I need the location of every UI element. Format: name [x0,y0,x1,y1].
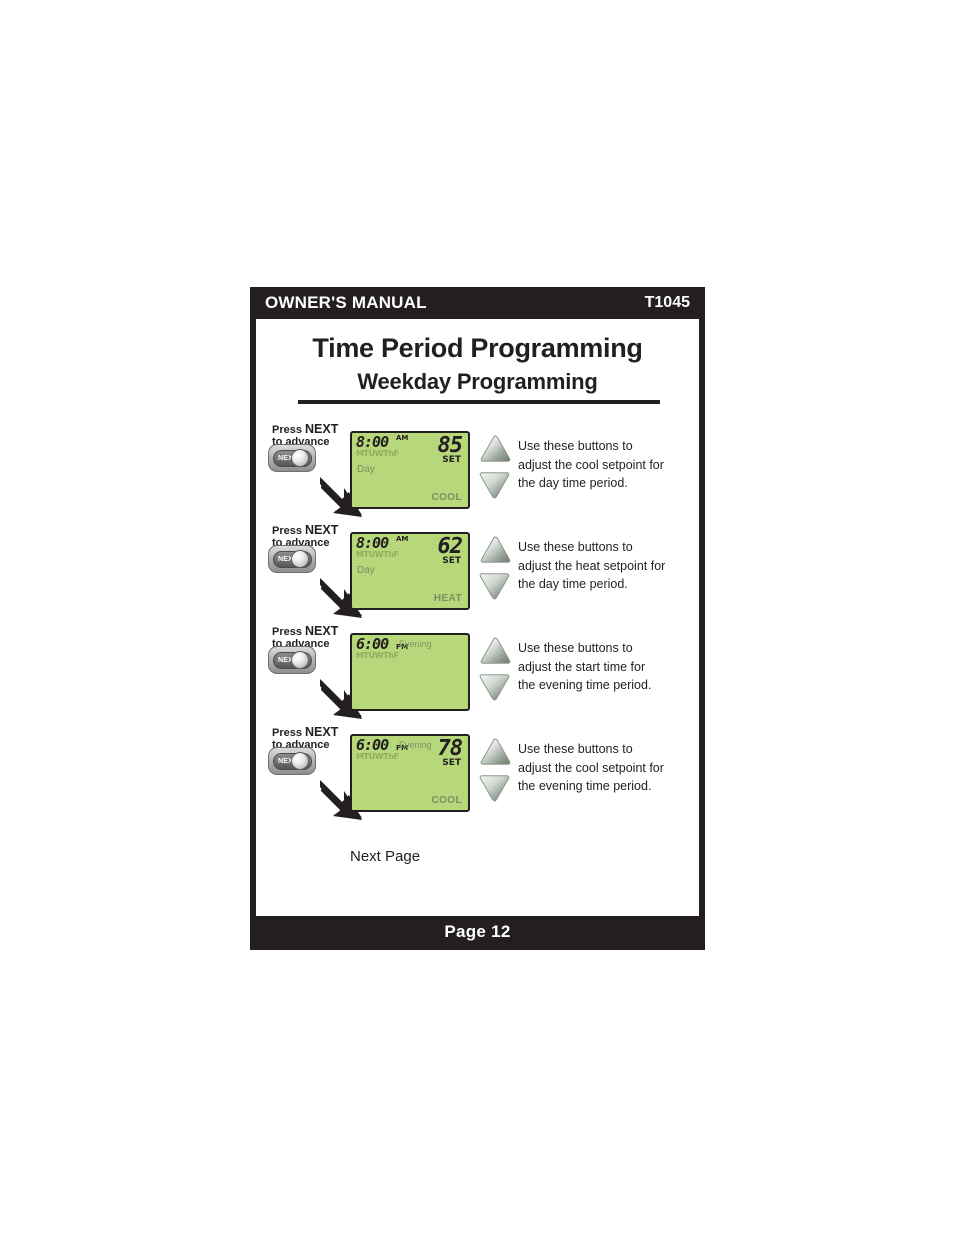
instruction-line-2: adjust the cool setpoint for [518,457,664,472]
next-button-knob-icon[interactable] [291,550,309,568]
lcd-setpoint-value: 78 [437,736,463,761]
down-arrow-icon [479,775,510,802]
lcd-ampm-indicator: AM [396,535,409,543]
next-button[interactable]: NEXT [268,444,316,472]
instruction-text: Use these buttons to adjust the cool set… [518,740,696,796]
up-down-arrow-buttons[interactable] [478,736,514,806]
instruction-line-3: the day time period. [518,577,628,591]
owners-manual-title: OWNER'S MANUAL [265,293,427,312]
instruction-line-3: the evening time period. [518,779,652,793]
thermostat-lcd-screen: 6:00 PM MTUWThF Evening 78 SET COOL [350,734,470,812]
press-next-line1: Press NEXT [272,422,339,436]
down-arrow-icon [479,573,510,600]
page-header-bar: OWNER'S MANUAL T1045 [250,287,705,319]
lcd-period-label-left: Day [357,464,375,475]
lcd-mode-indicator: HEAT [433,593,462,604]
programming-step-row: Press NEXT to advance NEXT 6:00 PM MTUWT… [256,726,699,827]
down-arrow-icon [479,674,510,701]
lcd-mode-indicator: COOL [431,492,462,503]
lcd-set-label: SET [442,455,461,465]
lcd-set-label: SET [442,556,461,566]
instruction-line-3: the day time period. [518,476,628,490]
lcd-weekday-indicator: MTUWThF [356,651,399,660]
title-divider [298,400,660,404]
page-body-frame: Time Period Programming Weekday Programm… [250,319,705,916]
lcd-setpoint-value: 85 [437,433,463,458]
lcd-period-label-left: Day [357,565,375,576]
instruction-line-2: adjust the start time for [518,659,646,674]
lcd-weekday-indicator: MTUWThF [356,449,399,458]
next-button-knob-icon[interactable] [291,449,309,467]
lcd-weekday-indicator: MTUWThF [356,550,399,559]
instruction-text: Use these buttons to adjust the cool set… [518,437,696,493]
lcd-time-value: 6:00 [356,635,389,653]
up-down-arrow-buttons[interactable] [478,433,514,503]
instruction-line-1: Use these buttons to [518,641,633,655]
page-number-label: Page 12 [444,922,511,941]
press-next-line1: Press NEXT [272,624,339,638]
page-footer-bar: Page 12 [250,916,705,950]
up-down-arrow-buttons[interactable] [478,534,514,604]
thermostat-lcd-screen: 8:00 AM MTUWThF Day 85 SET COOL [350,431,470,509]
model-number-label: T1045 [644,294,690,311]
next-button[interactable]: NEXT [268,545,316,573]
thermostat-lcd-screen: 6:00 PM MTUWThF Evening [350,633,470,711]
page-body-inner: Time Period Programming Weekday Programm… [256,319,699,916]
instruction-line-3: the evening time period. [518,678,652,692]
up-arrow-icon [480,536,511,563]
lcd-period-label-top: Evening [399,740,432,750]
lcd-mode-indicator: COOL [431,795,462,806]
setpoint-adjust-buttons[interactable] [478,433,514,503]
setpoint-adjust-buttons[interactable] [478,534,514,604]
thermostat-lcd-screen: 8:00 AM MTUWThF Day 62 SET HEAT [350,532,470,610]
setpoint-adjust-buttons[interactable] [478,635,514,705]
press-next-line1: Press NEXT [272,725,339,739]
programming-step-row: Press NEXT to advance NEXT 8:00 AM MTUWT… [256,524,699,625]
up-arrow-icon [480,637,511,664]
up-arrow-icon [480,435,511,462]
instruction-text: Use these buttons to adjust the heat set… [518,538,696,594]
lcd-time-value: 6:00 [356,736,389,754]
programming-step-row: Press NEXT to advance NEXT 6:00 PM MTUWT… [256,625,699,726]
lcd-setpoint-value: 62 [437,534,463,559]
instruction-line-2: adjust the heat setpoint for [518,558,666,573]
lcd-ampm-indicator: AM [396,434,409,442]
press-next-line1: Press NEXT [272,523,339,537]
programming-step-row: Press NEXT to advance NEXT 8:00 AM MTUWT… [256,423,699,524]
down-arrow-icon [479,472,510,499]
next-button[interactable]: NEXT [268,747,316,775]
next-button[interactable]: NEXT [268,646,316,674]
up-arrow-icon [480,738,511,765]
next-page-caption: Next Page [350,848,421,865]
instruction-line-2: adjust the cool setpoint for [518,760,664,775]
page-subtitle: Weekday Programming [357,369,598,394]
next-button-knob-icon[interactable] [291,651,309,669]
lcd-weekday-indicator: MTUWThF [356,752,399,761]
instruction-line-1: Use these buttons to [518,540,633,554]
manual-page-card: OWNER'S MANUAL T1045 Time Period Program… [250,287,705,950]
lcd-time-value: 8:00 [356,534,389,552]
setpoint-adjust-buttons[interactable] [478,736,514,806]
instruction-line-1: Use these buttons to [518,742,633,756]
lcd-period-label-top: Evening [399,639,432,649]
instruction-text: Use these buttons to adjust the start ti… [518,639,696,695]
page-title: Time Period Programming [312,333,643,363]
instruction-line-1: Use these buttons to [518,439,633,453]
up-down-arrow-buttons[interactable] [478,635,514,705]
lcd-time-value: 8:00 [356,433,389,451]
next-button-knob-icon[interactable] [291,752,309,770]
lcd-set-label: SET [442,758,461,768]
